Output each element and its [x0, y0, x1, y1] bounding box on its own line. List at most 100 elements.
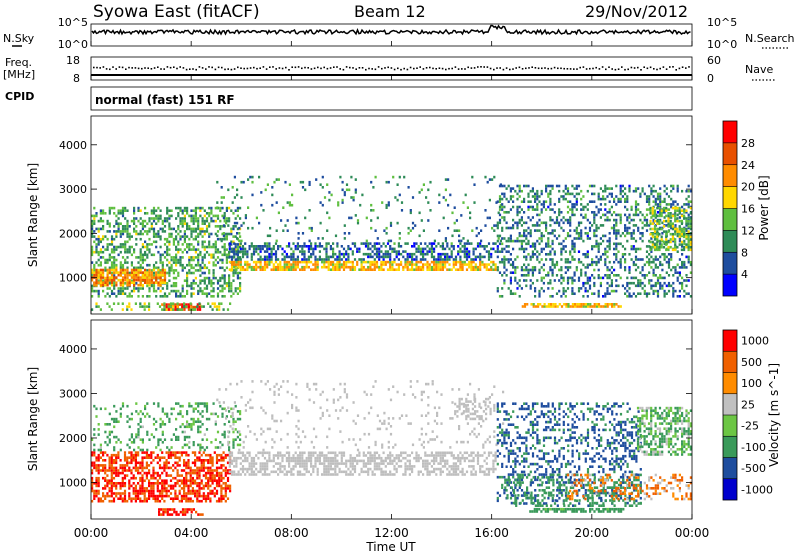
power-cell	[135, 243, 138, 246]
power-cell	[555, 237, 559, 240]
power-cell	[634, 268, 638, 272]
power-cell	[678, 216, 681, 219]
power-cell	[599, 197, 602, 201]
power-cell	[367, 245, 370, 248]
power-cell	[549, 218, 552, 222]
power-cell	[228, 284, 231, 288]
power-cell	[139, 237, 142, 241]
nave-trace	[93, 66, 690, 71]
velocity-cell	[134, 494, 137, 498]
power-cell	[398, 232, 401, 235]
power-cell	[117, 253, 120, 257]
power-cell	[542, 221, 545, 225]
power-cell	[472, 258, 475, 261]
power-cell	[240, 224, 243, 227]
power-cell	[663, 258, 666, 261]
power-cell	[490, 260, 493, 264]
nave-point	[301, 67, 303, 70]
power-cell	[558, 242, 561, 246]
power-cell	[571, 281, 574, 285]
nave-point	[377, 66, 380, 68]
velocity-cell	[152, 482, 155, 485]
power-cell	[665, 271, 668, 274]
power-cell	[571, 242, 574, 246]
power-cell	[135, 271, 138, 274]
power-cell	[194, 217, 197, 220]
power-cell	[441, 265, 444, 269]
power-cell	[400, 201, 404, 204]
power-cell	[532, 303, 535, 306]
nave-point	[544, 67, 546, 69]
power-cell	[288, 183, 291, 186]
velocity-cell	[148, 484, 151, 488]
velocity-cell	[97, 484, 100, 488]
power-cell	[375, 247, 379, 251]
power-cell	[459, 250, 462, 253]
power-cell	[277, 211, 280, 215]
power-cell	[121, 292, 125, 295]
power-cell	[507, 258, 510, 261]
power-cell	[569, 224, 572, 227]
power-cell	[553, 203, 556, 206]
velocity-cell	[189, 469, 192, 472]
power-cell	[144, 273, 147, 277]
power-cell	[121, 212, 125, 215]
power-cell	[651, 240, 654, 244]
power-cell	[626, 229, 629, 232]
power-cell	[115, 263, 118, 267]
velocity-cell	[194, 453, 197, 457]
power-cell	[212, 219, 215, 223]
power-cell	[534, 245, 537, 248]
nave-point	[467, 66, 469, 69]
power-cell	[141, 305, 144, 308]
power-cell	[665, 238, 668, 241]
power-cell	[418, 211, 421, 215]
velocity-cell	[128, 479, 131, 482]
velocity-cell	[156, 471, 159, 475]
power-cell	[586, 232, 589, 235]
nave-label: Nave	[745, 63, 773, 76]
velocity-cell	[220, 492, 223, 495]
power-cell	[168, 292, 171, 295]
power-cell	[518, 295, 521, 298]
velocity-cell	[154, 471, 157, 475]
power-cell	[624, 192, 627, 196]
power-cell	[665, 192, 668, 196]
power-cell	[654, 274, 657, 277]
power-cell	[126, 232, 129, 236]
velocity-cell	[165, 464, 168, 467]
power-cell	[172, 308, 175, 311]
power-cell	[387, 239, 390, 243]
power-cell	[356, 247, 359, 251]
power-cell	[593, 229, 596, 232]
power-cell	[330, 193, 333, 197]
power-cell	[615, 274, 618, 277]
power-cell	[362, 242, 365, 245]
cpid-mode-text: normal (fast) 151 RF	[95, 93, 235, 107]
power-cell	[228, 232, 231, 236]
power-cell	[608, 292, 611, 295]
power-cell	[190, 219, 193, 223]
velocity-cell	[154, 497, 157, 500]
velocity-cell	[163, 484, 166, 488]
velocity-cell	[185, 451, 188, 454]
power-cell	[549, 232, 552, 235]
power-cell	[188, 227, 191, 231]
power-cell	[538, 253, 541, 256]
power-cell	[351, 260, 354, 264]
power-cell	[577, 279, 581, 282]
power-cell	[257, 247, 260, 251]
power-cell	[301, 250, 304, 253]
power-cell	[674, 230, 677, 233]
power-cell	[168, 214, 171, 218]
power-cell	[615, 218, 618, 222]
velocity-cell	[99, 464, 102, 467]
power-cell	[186, 227, 189, 231]
power-cell	[303, 245, 306, 248]
power-cell	[433, 260, 436, 264]
power-cell	[545, 226, 548, 230]
power-cell	[305, 258, 308, 261]
power-cell	[155, 295, 158, 298]
power-cell	[244, 250, 247, 253]
velocity-cell	[152, 476, 155, 480]
